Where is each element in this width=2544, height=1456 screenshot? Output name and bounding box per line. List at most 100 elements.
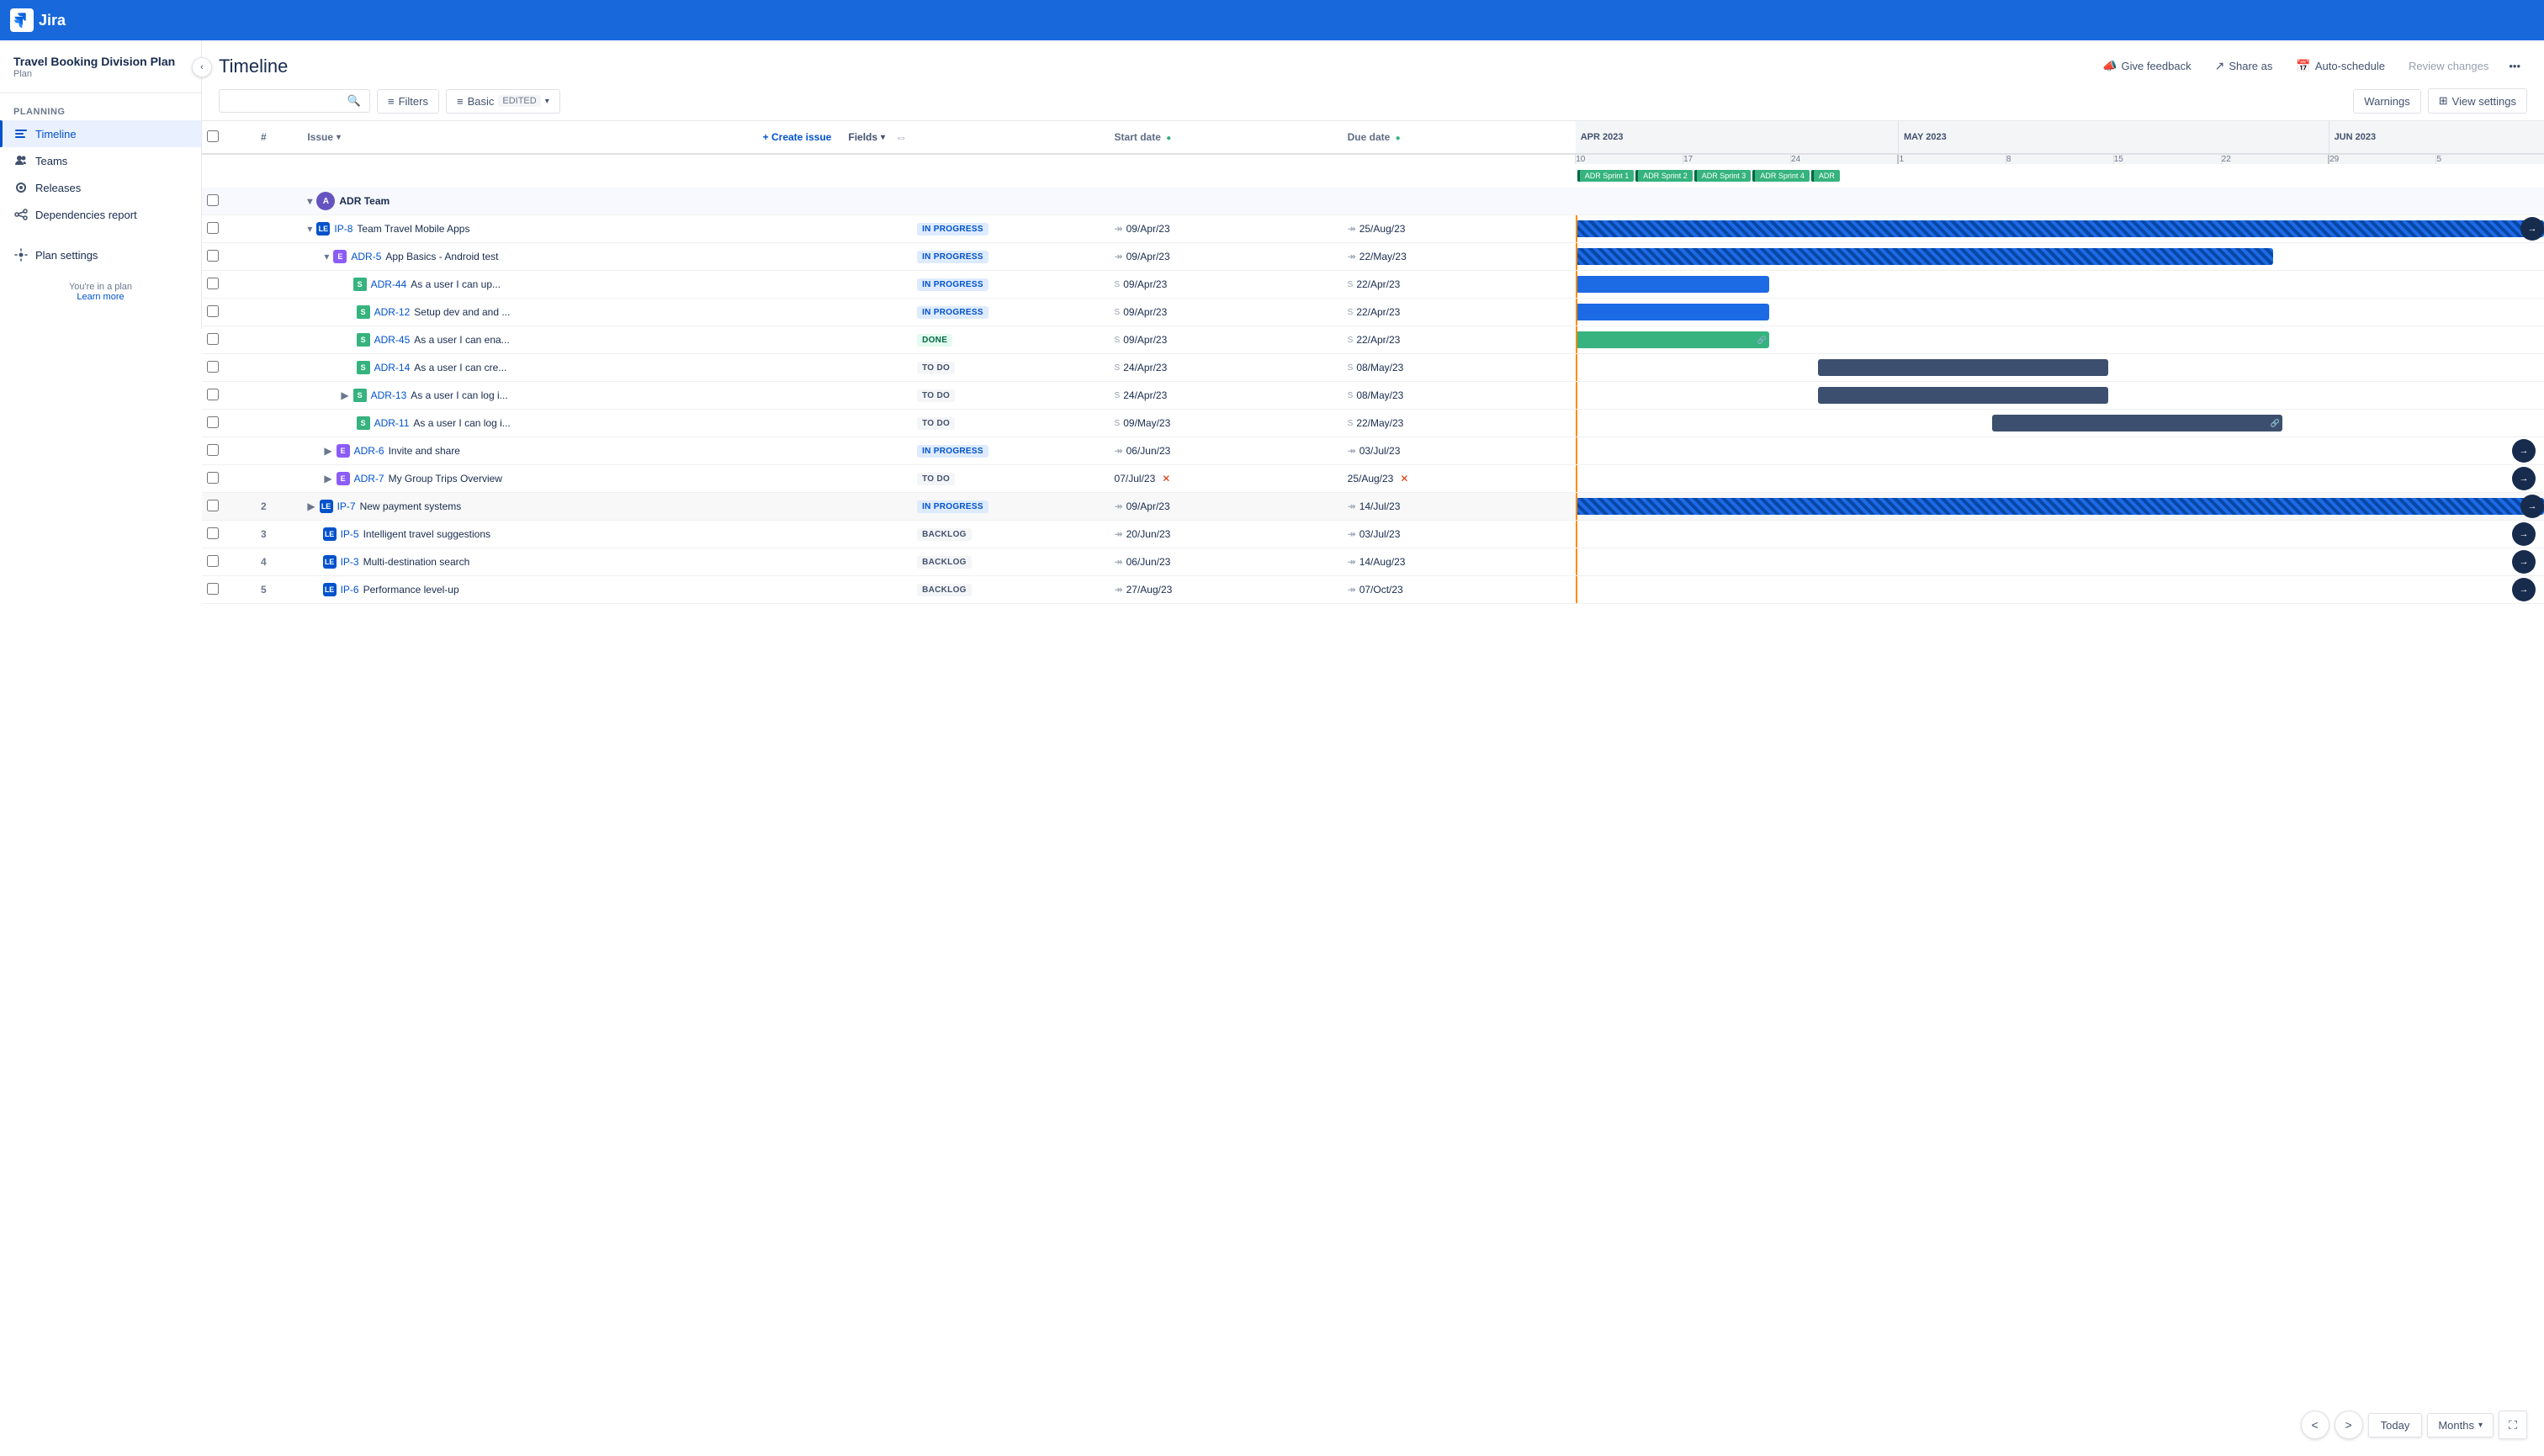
row-checkbox[interactable]	[207, 333, 219, 345]
table-row: ▶ S ADR-13 As a user I can log i... TO D…	[202, 382, 2544, 410]
gantt-bar	[1576, 248, 2273, 265]
row-checkbox[interactable]	[207, 250, 219, 262]
issue-id[interactable]: ADR-6	[354, 445, 384, 457]
issue-id[interactable]: IP-5	[341, 528, 359, 540]
row-expand[interactable]: ▶	[324, 445, 331, 457]
status-badge: TO DO	[917, 389, 955, 402]
issue-icon-story: S	[357, 305, 370, 319]
auto-schedule-button[interactable]: 📅 Auto-schedule	[2286, 54, 2395, 78]
issue-id[interactable]: IP-6	[341, 584, 359, 596]
row-checkbox[interactable]	[207, 389, 219, 400]
row-checkbox[interactable]	[207, 527, 219, 539]
table-header-dates: 10 17 24 1 8 15 22 29 5	[202, 154, 2544, 164]
give-feedback-button[interactable]: 📣 Give feedback	[2092, 54, 2202, 78]
row-checkbox[interactable]	[207, 500, 219, 511]
issue-title: Intelligent travel suggestions	[363, 528, 490, 540]
resize-handle-icon[interactable]: ⇔	[895, 130, 907, 144]
next-button[interactable]: >	[2335, 1411, 2363, 1439]
issue-id[interactable]: ADR-13	[371, 389, 407, 401]
issue-id[interactable]: IP-7	[337, 500, 356, 512]
grid-container[interactable]: # Issue ▾ + Create issue Fields ▾	[202, 121, 2544, 1456]
row-checkbox[interactable]	[207, 416, 219, 428]
row-expand[interactable]: ▾	[307, 223, 312, 235]
sidebar-item-plan-settings[interactable]: Plan settings	[0, 241, 201, 268]
issue-id[interactable]: ADR-12	[374, 306, 411, 318]
row-expand[interactable]: ▶	[307, 500, 315, 512]
row-checkbox[interactable]	[207, 583, 219, 595]
issue-icon-le: LE	[323, 583, 337, 596]
today-line	[1576, 521, 1577, 548]
row-checkbox[interactable]	[207, 444, 219, 456]
issue-id[interactable]: IP-3	[341, 556, 359, 568]
issue-icon-epic: E	[337, 472, 350, 485]
sidebar-wrapper: Travel Booking Division Plan Plan PLANNI…	[0, 40, 202, 1456]
status-badge: DONE	[917, 334, 952, 347]
timeline-search-input[interactable]	[228, 95, 347, 108]
more-icon: •••	[2509, 60, 2520, 72]
date-may1: 1	[1898, 154, 2006, 164]
row-checkbox[interactable]	[207, 305, 219, 317]
sidebar-item-dependencies[interactable]: Dependencies report	[0, 201, 201, 228]
fields-button[interactable]: Fields ▾	[841, 128, 892, 146]
create-issue-button[interactable]: + Create issue	[756, 128, 839, 146]
select-all-checkbox[interactable]	[207, 130, 219, 142]
issue-id[interactable]: ADR-44	[371, 278, 407, 290]
status-badge: TO DO	[917, 362, 955, 374]
month-apr: APR 2023	[1576, 121, 1899, 154]
filters-button[interactable]: ≡ Filters	[377, 89, 439, 114]
sprint-row: ADR Sprint 1 ADR Sprint 2 ADR Sprint 3 A…	[202, 164, 2544, 188]
issue-id[interactable]: IP-8	[334, 223, 352, 235]
team-expand-btn[interactable]: ▾	[307, 195, 312, 207]
issue-id[interactable]: ADR-14	[374, 362, 411, 373]
status-badge: BACKLOG	[917, 528, 972, 541]
clear-due-btn[interactable]: ✕	[1400, 473, 1408, 484]
row-expand[interactable]: ▶	[324, 473, 331, 484]
gantt-bar: →	[1576, 220, 2544, 237]
sidebar-item-releases[interactable]: Releases	[0, 174, 201, 201]
table-row: ▶ S ADR-14 As a user I can cre... TO DO …	[202, 354, 2544, 382]
app-logo[interactable]: Jira	[0, 0, 2537, 40]
issue-title: My Group Trips Overview	[389, 473, 502, 484]
issue-id[interactable]: ADR-5	[351, 251, 381, 262]
basic-button[interactable]: ≡ Basic EDITED ▾	[446, 89, 560, 114]
row-expand[interactable]: ▾	[324, 251, 329, 262]
row-checkbox[interactable]	[207, 472, 219, 484]
table-row: 2 ▶ LE IP-7 New payment systems IN PROGR…	[202, 493, 2544, 521]
dependencies-icon	[13, 207, 29, 222]
timeline-search[interactable]: 🔍	[219, 89, 370, 113]
date-may29: 29	[2329, 154, 2436, 164]
team-avatar: A	[316, 192, 335, 210]
issue-id[interactable]: ADR-7	[354, 473, 384, 484]
expand-view-button[interactable]: ⛶	[2499, 1411, 2527, 1439]
arrow-indicator-right: →	[2512, 439, 2536, 463]
today-line	[1576, 493, 1577, 520]
timeline-icon	[13, 126, 29, 141]
row-checkbox[interactable]	[207, 555, 219, 567]
more-actions-button[interactable]: •••	[2502, 55, 2527, 77]
col-due: Due date ●	[1343, 121, 1576, 154]
collapse-sidebar-button[interactable]: ‹	[192, 57, 212, 77]
issue-id[interactable]: ADR-11	[374, 417, 410, 429]
team-checkbox[interactable]	[207, 194, 219, 206]
issue-title: New payment systems	[360, 500, 462, 512]
warnings-button[interactable]: Warnings	[2353, 89, 2420, 114]
prev-button[interactable]: <	[2301, 1411, 2329, 1439]
months-button[interactable]: Months ▾	[2427, 1413, 2494, 1437]
sidebar-item-teams[interactable]: Teams	[0, 147, 201, 174]
issue-id[interactable]: ADR-45	[374, 334, 411, 346]
row-expand[interactable]: ▶	[341, 389, 348, 401]
row-checkbox[interactable]	[207, 278, 219, 289]
view-settings-button[interactable]: ⊞ View settings	[2428, 88, 2527, 114]
search-icon: 🔍	[347, 94, 361, 108]
row-checkbox[interactable]	[207, 222, 219, 234]
status-badge: BACKLOG	[917, 584, 972, 596]
learn-more-link[interactable]: Learn more	[77, 292, 124, 302]
today-button[interactable]: Today	[2368, 1413, 2423, 1437]
table-header-main: # Issue ▾ + Create issue Fields ▾	[202, 121, 2544, 154]
row-checkbox[interactable]	[207, 361, 219, 373]
sidebar-item-timeline[interactable]: Timeline	[0, 120, 201, 147]
share-as-button[interactable]: ↗ Share as	[2205, 54, 2283, 78]
issue-title: As a user I can ena...	[414, 334, 509, 346]
clear-start-btn[interactable]: ✕	[1162, 473, 1170, 484]
timeline-table: # Issue ▾ + Create issue Fields ▾	[202, 121, 2544, 604]
